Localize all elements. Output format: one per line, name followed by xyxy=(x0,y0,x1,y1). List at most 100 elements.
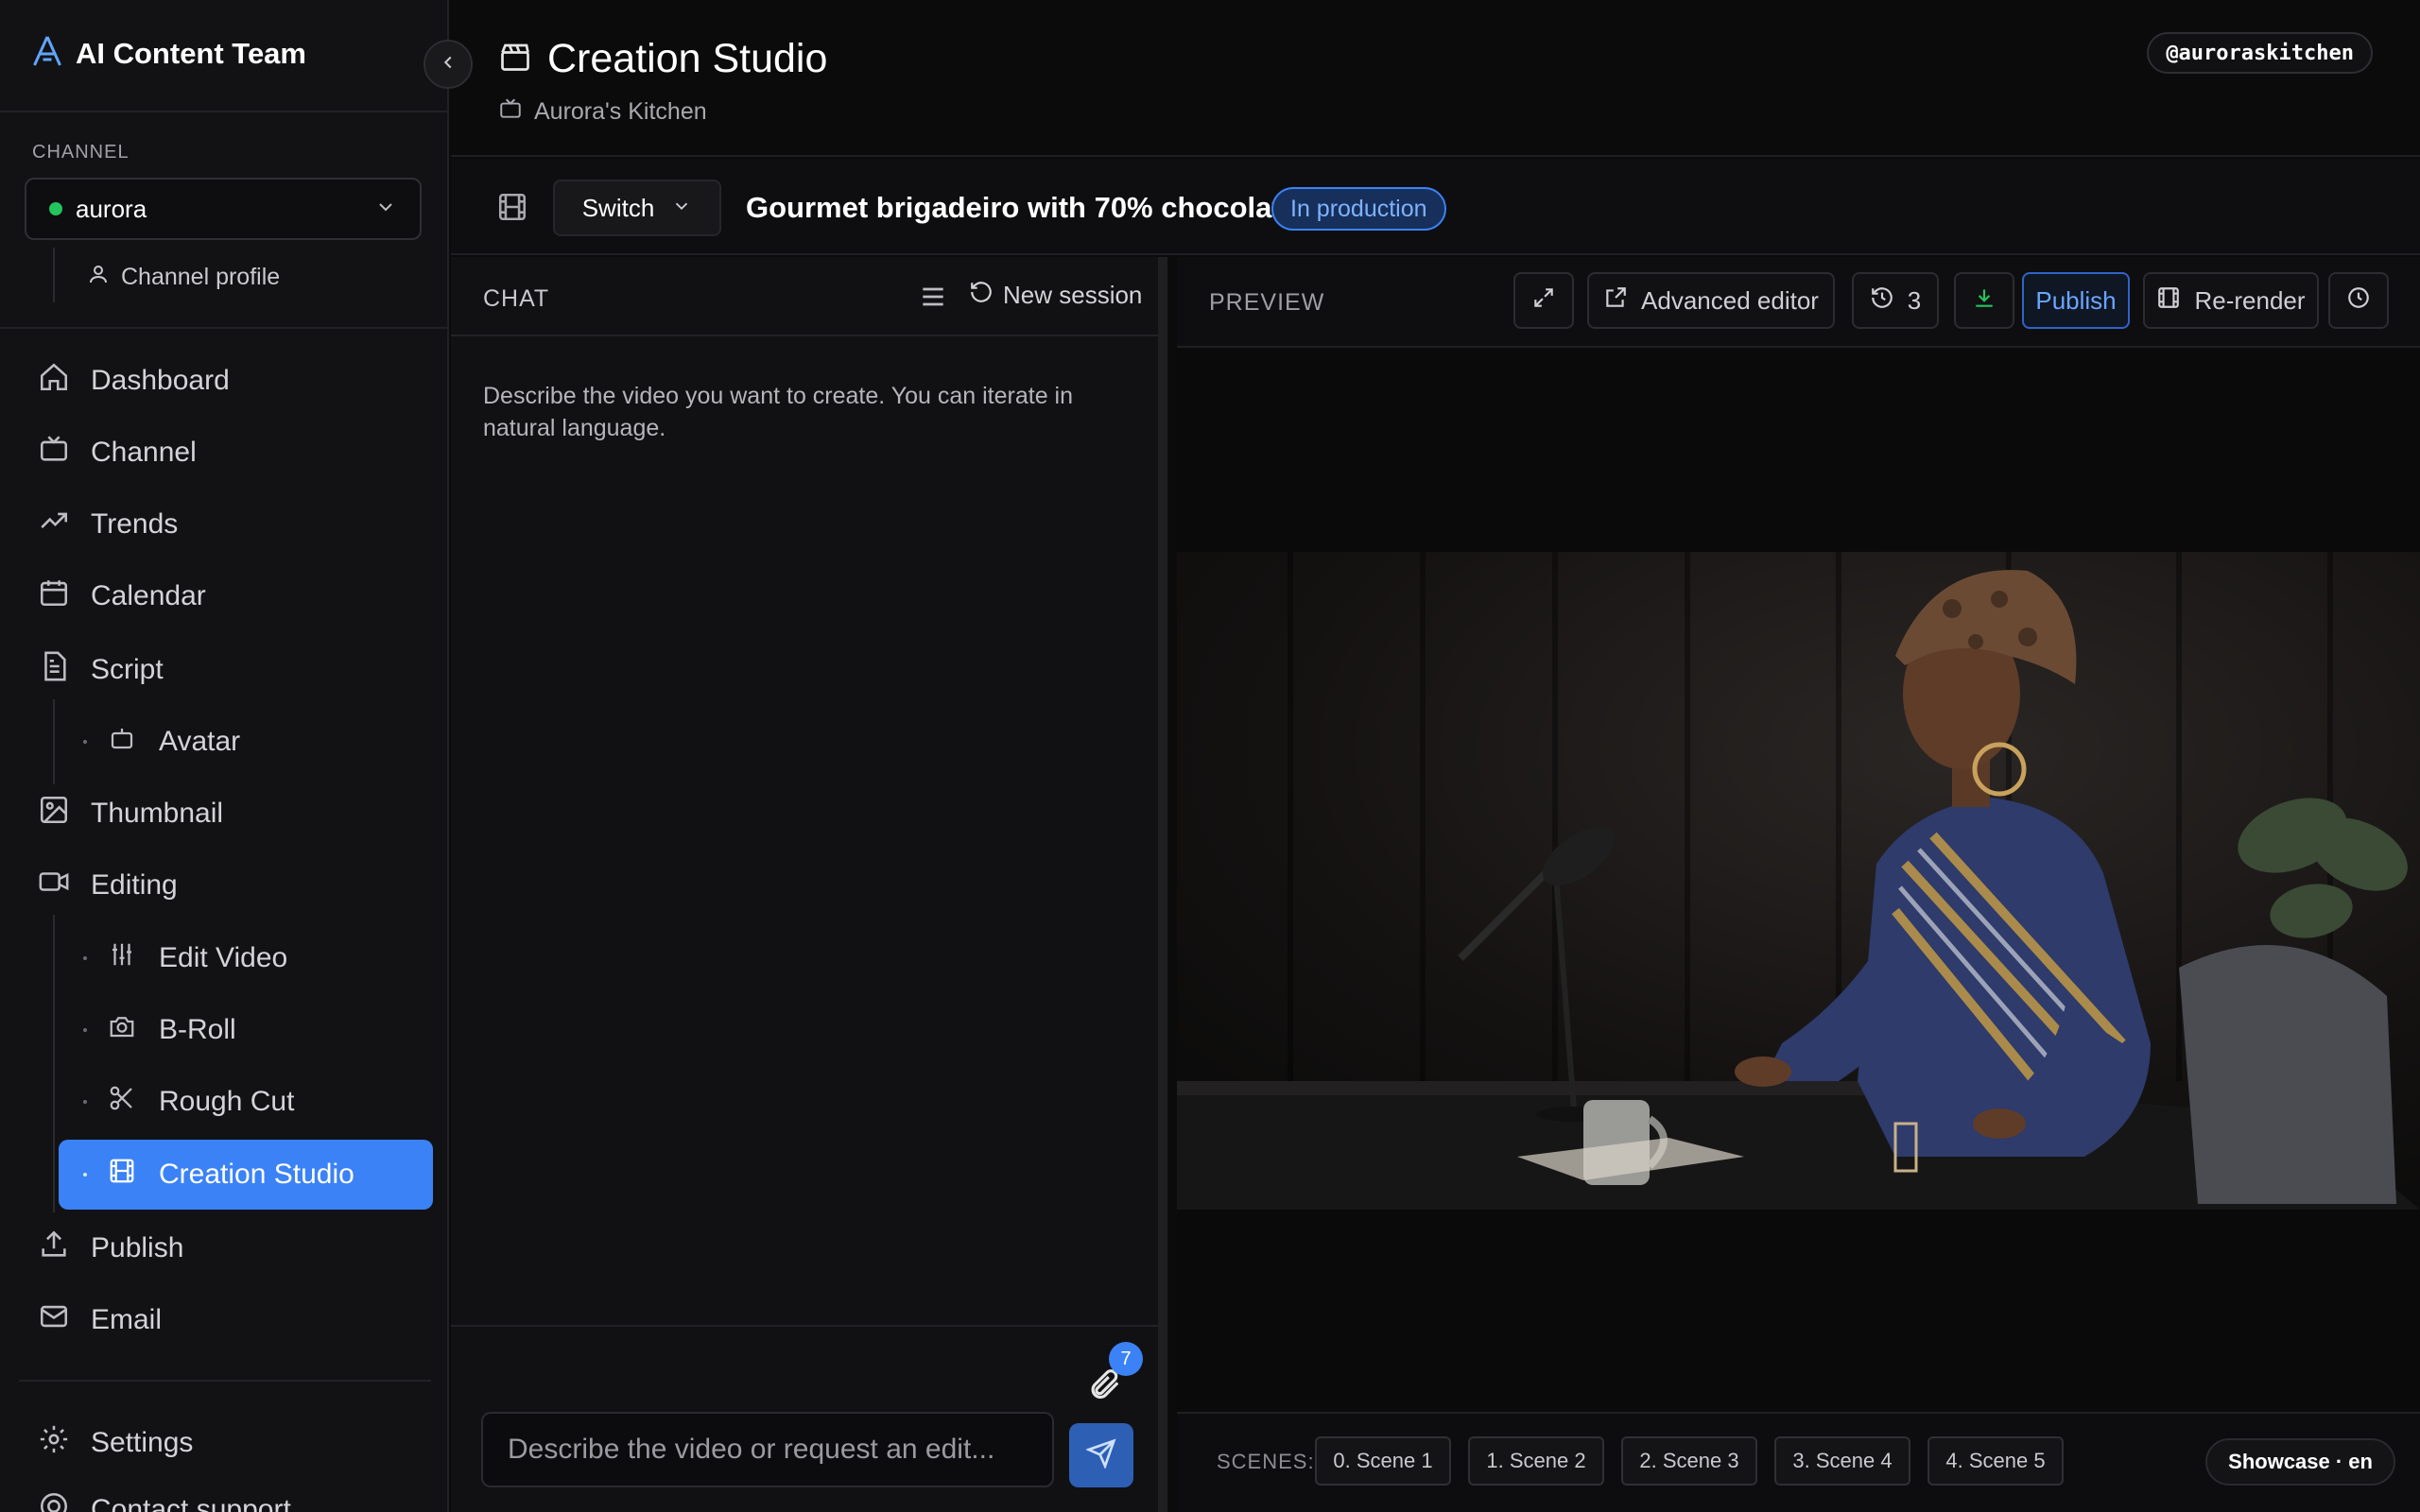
bullet-dot xyxy=(83,956,87,960)
publish-button[interactable]: Publish xyxy=(2022,272,2130,329)
switch-project-button[interactable]: Switch xyxy=(553,180,721,236)
chat-input[interactable] xyxy=(481,1412,1054,1487)
channel-section-label: CHANNEL xyxy=(32,142,130,163)
rerender-button[interactable]: Re-render xyxy=(2143,272,2319,329)
sidebar-item-label: Channel xyxy=(91,437,197,468)
app-name: AI Content Team xyxy=(76,36,306,70)
document-icon xyxy=(38,650,70,690)
sidebar-item-settings[interactable]: Settings xyxy=(38,1415,193,1471)
expand-icon xyxy=(1531,285,1556,317)
sidebar-item-script[interactable]: Script xyxy=(38,642,164,698)
chat-header: CHAT New session xyxy=(451,257,1158,336)
new-session-label: New session xyxy=(1003,281,1143,309)
download-icon xyxy=(1972,285,1996,317)
sidebar-item-label: Edit Video xyxy=(159,942,288,973)
preview-header: PREVIEW Advanced editor 3 Publish Re-ren… xyxy=(1177,257,2420,348)
advanced-editor-label: Advanced editor xyxy=(1641,285,1819,315)
fullscreen-button[interactable] xyxy=(1513,272,1574,329)
channel-handle-badge[interactable]: @auroraskitchen xyxy=(2147,32,2373,74)
channel-profile-link[interactable]: Channel profile xyxy=(87,263,280,292)
channel-profile-label: Channel profile xyxy=(121,264,281,290)
advanced-editor-button[interactable]: Advanced editor xyxy=(1587,272,1835,329)
sidebar-item-publish[interactable]: Publish xyxy=(38,1220,183,1277)
collapse-sidebar-button[interactable] xyxy=(424,40,473,89)
mail-icon xyxy=(38,1300,70,1340)
sidebar-divider xyxy=(19,1380,431,1382)
sidebar: AI Content Team CHANNEL aurora Channel p… xyxy=(0,0,449,1512)
scene-chip-4[interactable]: 4. Scene 5 xyxy=(1927,1436,2064,1486)
sidebar-item-label: Rough Cut xyxy=(159,1086,295,1117)
home-icon xyxy=(38,361,70,401)
download-button[interactable] xyxy=(1954,272,2014,329)
scene-chip-3[interactable]: 3. Scene 4 xyxy=(1774,1436,1910,1486)
channel-name: aurora xyxy=(76,194,147,223)
scenes-bar: SCENES: 0. Scene 1 1. Scene 2 2. Scene 3… xyxy=(1177,1412,2420,1512)
external-link-icon xyxy=(1603,285,1628,317)
sidebar-item-editing[interactable]: Editing xyxy=(38,857,178,914)
tv-icon xyxy=(38,433,70,472)
tree-line xyxy=(53,248,55,302)
bullet-dot xyxy=(83,1173,87,1177)
sidebar-item-label: Thumbnail xyxy=(91,798,224,829)
sidebar-divider xyxy=(0,327,447,329)
sidebar-item-label: Publish xyxy=(91,1232,184,1263)
scene-chip-0[interactable]: 0. Scene 1 xyxy=(1315,1436,1451,1486)
schedule-button[interactable] xyxy=(2328,272,2389,329)
brand[interactable]: AI Content Team xyxy=(30,34,306,73)
publish-label: Publish xyxy=(2035,285,2117,315)
rerender-label: Re-render xyxy=(2194,285,2306,315)
video-icon xyxy=(38,866,70,905)
sidebar-item-creation-studio[interactable]: Creation Studio xyxy=(59,1140,433,1210)
film-icon xyxy=(108,1157,159,1193)
sidebar-item-avatar[interactable]: Avatar xyxy=(59,707,433,777)
sidebar-item-trends[interactable]: Trends xyxy=(38,496,178,553)
sidebar-item-label: Creation Studio xyxy=(159,1159,354,1190)
film-icon xyxy=(2156,285,2181,317)
menu-icon[interactable] xyxy=(918,282,948,312)
gear-icon xyxy=(38,1423,70,1463)
sidebar-item-rough-cut[interactable]: Rough Cut xyxy=(59,1067,433,1137)
refresh-icon xyxy=(969,280,994,311)
sidebar-item-channel[interactable]: Channel xyxy=(38,424,197,481)
scene-chip-1[interactable]: 1. Scene 2 xyxy=(1468,1436,1604,1486)
sidebar-item-label: Trends xyxy=(91,508,179,540)
chat-footer-divider xyxy=(451,1325,1158,1327)
sidebar-item-label: Script xyxy=(91,654,164,685)
sidebar-item-b-roll[interactable]: B-Roll xyxy=(59,995,433,1065)
tv-icon xyxy=(498,96,523,128)
switch-label: Switch xyxy=(581,193,655,222)
sidebar-item-email[interactable]: Email xyxy=(38,1292,162,1349)
sidebar-item-calendar[interactable]: Calendar xyxy=(38,568,206,625)
sidebar-item-edit-video[interactable]: Edit Video xyxy=(59,923,433,993)
chat-empty-hint: Describe the video you want to create. Y… xyxy=(483,383,1073,441)
channel-subtitle: Aurora's Kitchen xyxy=(534,98,707,125)
image-icon xyxy=(38,794,70,833)
camera-icon xyxy=(108,1012,159,1048)
history-button[interactable]: 3 xyxy=(1852,272,1939,329)
sidebar-item-label: Settings xyxy=(91,1427,194,1458)
sidebar-item-contact-support[interactable]: Contact support xyxy=(38,1482,291,1512)
sidebar-item-thumbnail[interactable]: Thumbnail xyxy=(38,785,223,842)
sidebar-item-label: Dashboard xyxy=(91,365,230,396)
sidebar-divider xyxy=(0,111,447,112)
film-icon[interactable] xyxy=(496,191,528,223)
sidebar-item-label: Editing xyxy=(91,869,178,901)
send-icon xyxy=(1085,1437,1116,1473)
bullet-dot xyxy=(83,1028,87,1032)
scene-chip-2[interactable]: 2. Scene 3 xyxy=(1621,1436,1757,1486)
channel-status-dot xyxy=(49,202,62,215)
history-count: 3 xyxy=(1907,285,1922,315)
chat-title: CHAT xyxy=(483,285,550,312)
upload-icon xyxy=(38,1228,70,1268)
send-button[interactable] xyxy=(1069,1423,1133,1487)
new-session-button[interactable]: New session xyxy=(969,280,1142,311)
showcase-language-badge[interactable]: Showcase · en xyxy=(2205,1438,2395,1486)
sidebar-item-dashboard[interactable]: Dashboard xyxy=(38,352,230,409)
channel-select[interactable]: aurora xyxy=(25,178,422,240)
sidebar-item-label: Calendar xyxy=(91,580,206,611)
sidebar-item-label: Email xyxy=(91,1304,163,1335)
bullet-dot xyxy=(83,1100,87,1104)
video-preview[interactable] xyxy=(1177,552,2420,1210)
trending-icon xyxy=(38,505,70,544)
scenes-label: SCENES: xyxy=(1217,1450,1315,1473)
